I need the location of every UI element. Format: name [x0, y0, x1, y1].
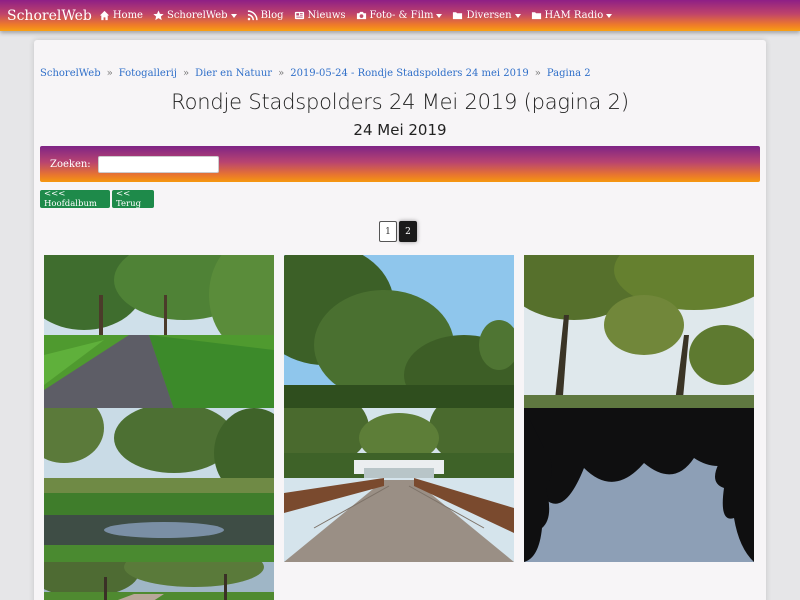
breadcrumb-separator: »	[182, 68, 190, 79]
photo-thumbnail	[284, 408, 514, 562]
home-icon	[99, 10, 110, 21]
search-label: Zoeken:	[50, 158, 91, 170]
nav-item-schorelweb[interactable]: SchorelWeb	[153, 10, 237, 21]
brand-link[interactable]: SchorelWeb	[7, 8, 92, 24]
nav-item-blog[interactable]: Blog	[247, 10, 284, 21]
newspaper-icon	[294, 10, 305, 21]
breadcrumb-link-pagina-2[interactable]: Pagina 2	[547, 68, 591, 79]
chevron-down-icon	[230, 13, 237, 18]
folder-icon	[452, 10, 463, 21]
breadcrumb-separator: »	[534, 68, 541, 79]
gallery-photo[interactable]	[284, 255, 514, 409]
camera-icon	[356, 10, 367, 21]
nav-item-foto-film[interactable]: Foto- & Film	[356, 10, 443, 21]
nav-item-label: SchorelWeb	[166, 10, 228, 21]
nav-item-home[interactable]: Home	[99, 10, 143, 21]
gallery-photo[interactable]	[44, 408, 274, 562]
gallery-photo[interactable]	[44, 562, 274, 600]
nav-item-label: Foto- & Film	[369, 10, 434, 21]
photo-thumbnail	[524, 255, 754, 409]
photo-thumbnail	[524, 408, 754, 562]
nav-item-label: Blog	[260, 10, 284, 21]
nav-item-label: Home	[112, 10, 143, 21]
photo-thumbnail	[44, 408, 274, 562]
breadcrumb-link-fotogallerij[interactable]: Fotogallerij	[119, 68, 177, 79]
breadcrumb: SchorelWeb » Fotogallerij » Dier en Natu…	[40, 68, 591, 79]
gallery-photo[interactable]	[524, 408, 754, 562]
star-icon	[153, 10, 164, 21]
gallery-photo[interactable]	[44, 255, 274, 409]
nav-item-label: Nieuws	[307, 10, 346, 21]
page-link-2[interactable]: 2	[399, 221, 417, 242]
breadcrumb-separator: »	[106, 68, 113, 79]
breadcrumb-separator: »	[278, 68, 285, 79]
nav-item-ham-radio[interactable]: HAM Radio	[531, 10, 613, 21]
gallery-photo[interactable]	[284, 408, 514, 562]
page-subtitle: 24 Mei 2019	[353, 121, 447, 139]
nav-item-label: Diversen	[466, 10, 512, 21]
search-bar: Zoeken:	[40, 146, 760, 182]
gallery-photo[interactable]	[524, 255, 754, 409]
folder-icon	[531, 10, 542, 21]
rss-icon	[247, 10, 258, 21]
back-button[interactable]: << Terug	[112, 189, 154, 209]
page-title: Rondje Stadspolders 24 Mei 2019 (pagina …	[171, 90, 629, 114]
main-album-button[interactable]: <<< Hoofdalbum	[40, 189, 110, 209]
breadcrumb-link-album[interactable]: 2019-05-24 - Rondje Stadspolders 24 mei …	[290, 68, 529, 79]
nav-item-diversen[interactable]: Diversen	[452, 10, 521, 21]
chevron-down-icon	[514, 13, 521, 18]
photo-thumbnail	[44, 562, 274, 600]
page-link-1[interactable]: 1	[379, 221, 397, 242]
breadcrumb-link-dier-en-natuur[interactable]: Dier en Natuur	[195, 68, 272, 79]
top-navbar: SchorelWeb Home SchorelWeb Blog Nieuws F…	[0, 0, 800, 31]
nav-item-nieuws[interactable]: Nieuws	[294, 10, 346, 21]
main-content: SchorelWeb » Fotogallerij » Dier en Natu…	[34, 40, 766, 600]
nav-item-label: HAM Radio	[544, 10, 604, 21]
search-input[interactable]	[97, 155, 219, 173]
pagination: 1 2	[379, 221, 419, 242]
photo-thumbnail	[284, 255, 514, 409]
breadcrumb-link-schorelweb[interactable]: SchorelWeb	[40, 68, 101, 79]
chevron-down-icon	[606, 13, 613, 18]
photo-thumbnail	[44, 255, 274, 409]
chevron-down-icon	[436, 13, 443, 18]
